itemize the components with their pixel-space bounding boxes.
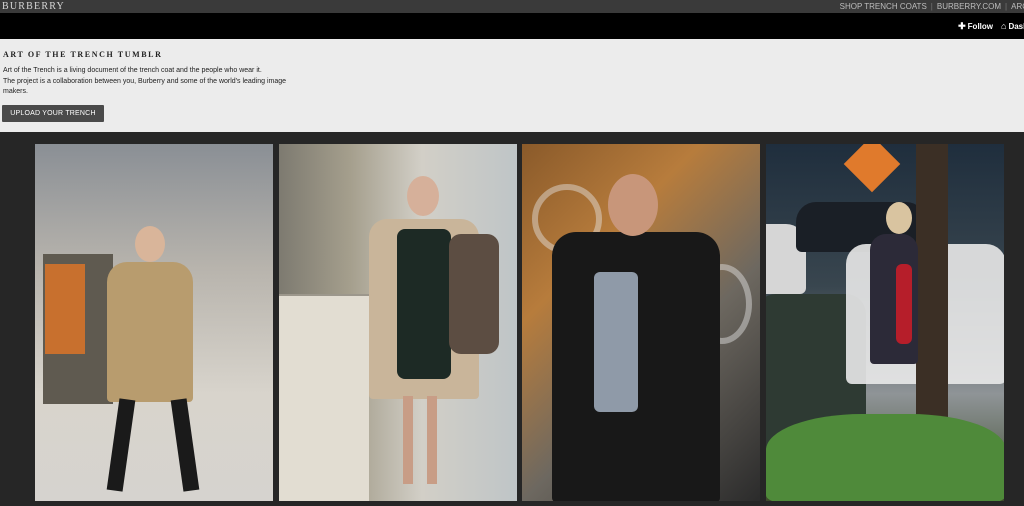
photo-tile-4[interactable] [766,144,1004,501]
orange-road-sign [843,144,901,193]
blog-title: ART OF THE TRENCH TUMBLR [3,50,163,59]
home-icon: ⌂ [1001,21,1007,31]
person-head [608,174,658,236]
person-head [886,202,912,234]
trench-coat [107,262,193,402]
description-line: makers. [3,88,28,95]
burberry-logo[interactable]: BURBERRY [2,0,65,13]
newsstand-shelf [279,294,369,501]
person-leg [403,396,413,484]
description-line: Art of the Trench is a living document o… [3,67,262,74]
person-head [407,176,439,216]
photo-tile-1[interactable] [35,144,273,501]
follow-button[interactable]: ✚ Follow [958,21,993,31]
nav-separator: | [930,2,933,11]
background-pedestrian [449,234,499,354]
blog-header: ART OF THE TRENCH TUMBLR Art of the Tren… [0,39,1024,132]
person-leg [427,396,437,484]
top-nav-links: SHOP TRENCH COATS|BURBERRY.COM|ARC [840,0,1024,13]
dashboard-button[interactable]: ⌂Dash [1001,21,1024,31]
person-head [135,226,165,262]
blog-description: Art of the Trench is a living document o… [3,66,303,98]
t-shirt [594,272,638,412]
green-shrubs [766,414,1004,501]
archive-link[interactable]: ARC [1011,2,1024,11]
description-line: The project is a collaboration between y… [3,77,287,85]
red-dress [896,264,912,344]
tumblr-actions: ✚Follow ⌂Dash [950,13,1024,39]
cart-menu-board [45,264,85,354]
tumblr-controls-bar: ✚Follow ⌂Dash [0,13,1024,39]
tree-trunk [916,144,948,444]
follow-label: Follow [967,22,993,31]
person-leg [170,398,200,492]
burberry-topbar: BURBERRY SHOP TRENCH COATS | BURBERRY.COM |… [0,0,1024,13]
upload-your-trench-button[interactable]: UPLOAD YOUR TRENCH [2,105,104,122]
photo-gallery [0,132,1024,506]
person-leg [106,398,136,492]
shop-trench-coats-link[interactable]: SHOP TRENCH COATS [840,2,927,11]
dashboard-label: Dash [1008,22,1024,31]
photo-tile-2[interactable] [279,144,517,501]
burberry-com-link[interactable]: BURBERRY.COM [937,2,1001,11]
photo-tile-3[interactable] [522,144,760,501]
dress [397,229,451,379]
nav-separator: | [1005,2,1008,11]
plus-icon: ✚ [958,21,966,31]
